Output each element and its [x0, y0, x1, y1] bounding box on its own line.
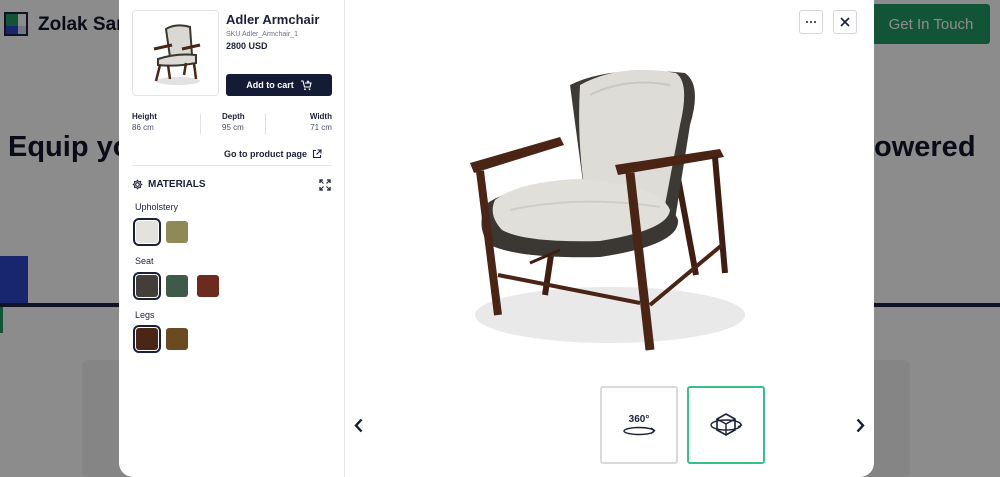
dimension-value: 95 cm: [222, 123, 244, 132]
view-mode-360-button[interactable]: 360°: [600, 386, 678, 464]
3d-rotate-icon: [710, 413, 743, 436]
swatch-legs-dark-wood[interactable]: [133, 325, 161, 353]
dimension-label: Height: [132, 112, 157, 121]
swatch-seat-dark-grey[interactable]: [133, 272, 161, 300]
armchair-thumbnail-image: [153, 24, 200, 85]
product-thumbnail: [132, 10, 219, 96]
materials-header: MATERIALS: [132, 179, 206, 190]
swatch-seat-leather-red[interactable]: [197, 275, 219, 297]
product-info-panel: Adler Armchair SKU Adler_Armchair_1 2800…: [119, 0, 345, 477]
previous-view-button[interactable]: [351, 414, 365, 436]
dimension-label: Width: [309, 112, 332, 121]
swatch-legs-light-wood[interactable]: [166, 328, 188, 350]
product-viewer-modal: Adler Armchair SKU Adler_Armchair_1 2800…: [119, 0, 874, 477]
close-icon: [840, 17, 850, 27]
expand-icon[interactable]: [319, 179, 331, 191]
add-to-cart-button[interactable]: Add to cart: [226, 74, 332, 96]
dimension-depth: Depth 95 cm: [222, 112, 245, 136]
dimension-height: Height 86 cm: [132, 112, 157, 136]
close-button[interactable]: [833, 10, 857, 34]
more-options-button[interactable]: [799, 10, 823, 34]
go-to-product-page-label: Go to product page: [224, 149, 307, 159]
cart-add-icon: [300, 79, 312, 90]
material-group-seat: Seat: [135, 256, 154, 266]
rotate-360-icon: [623, 426, 656, 435]
product-name: Adler Armchair: [226, 12, 320, 27]
dimension-separator: [200, 114, 201, 134]
material-group-upholstery: Upholstery: [135, 202, 179, 212]
armchair-3d-render[interactable]: [440, 45, 770, 365]
product-price: 2800 USD: [226, 41, 268, 51]
dimensions-row: Height 86 cm Depth 95 cm Width 71 cm: [132, 112, 332, 136]
dimension-value: 71 cm: [310, 123, 332, 132]
chevron-right-icon: [856, 418, 865, 432]
chevron-left-icon: [353, 418, 362, 432]
gear-icon: [132, 179, 143, 190]
swatch-seat-green[interactable]: [166, 275, 188, 297]
view-mode-3d-button[interactable]: [687, 386, 765, 464]
more-horizontal-icon: [806, 21, 816, 23]
3d-viewer-panel: 360°: [345, 0, 874, 477]
dimension-value: 86 cm: [132, 123, 154, 132]
mode-360-label: 360°: [628, 413, 650, 425]
swatch-upholstery-olive[interactable]: [166, 221, 188, 243]
swatch-upholstery-light-grey[interactable]: [133, 218, 161, 246]
product-sku: SKU Adler_Armchair_1: [226, 31, 298, 38]
material-group-legs: Legs: [135, 310, 155, 320]
next-view-button[interactable]: [853, 414, 867, 436]
panel-divider: [132, 165, 332, 166]
materials-title: MATERIALS: [148, 179, 206, 190]
go-to-product-page-link[interactable]: Go to product page: [224, 149, 322, 159]
dimension-width: Width 71 cm: [310, 112, 332, 136]
dimension-label: Depth: [222, 112, 245, 121]
dimension-separator: [265, 114, 266, 134]
add-to-cart-label: Add to cart: [246, 80, 294, 90]
external-link-icon: [312, 149, 322, 159]
